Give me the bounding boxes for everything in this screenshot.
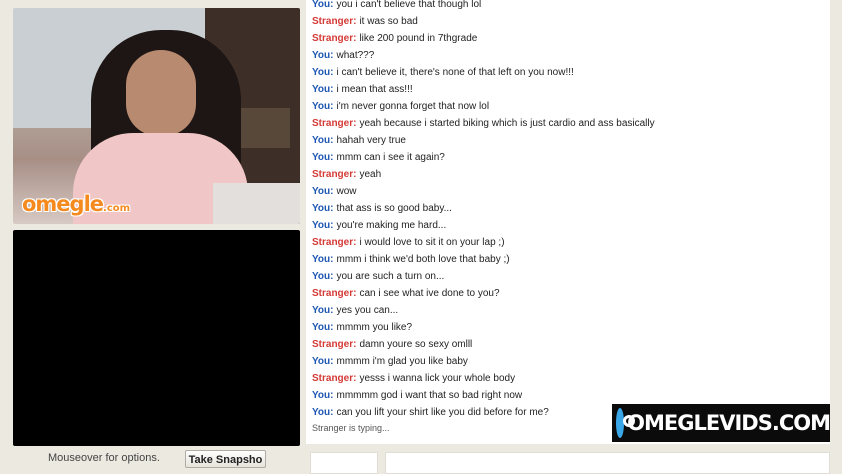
chat-message-author: Stranger: [312,16,357,27]
chat-message: You: you i can't believe that though lol [312,0,830,13]
chat-message-text: mmmmm god i want that so bad right now [336,390,523,401]
watermark-logo-icon [616,408,636,438]
chat-message: You: you're making me hard... [312,217,830,234]
chat-message-author: You: [312,305,334,316]
chat-message-text: you are such a turn on... [336,271,445,282]
chat-message-text: mmmm i'm glad you like baby [336,356,468,367]
chat-message-author: You: [312,271,334,282]
chat-message-text: i mean that ass!!! [336,84,413,95]
chat-message-text: can you lift your shirt like you did bef… [336,407,549,418]
chat-message-author: You: [312,135,334,146]
chat-message-author: You: [312,67,334,78]
chat-message-text: you i can't believe that though lol [336,0,482,10]
chat-message: You: mmmmm god i want that so bad right n… [312,387,830,404]
chat-message-text: yes you can... [336,305,399,316]
chat-message: You: i mean that ass!!! [312,81,830,98]
chat-message-author: You: [312,390,334,401]
chat-message-text: like 200 pound in 7thgrade [359,33,478,44]
chat-message-text: i would love to sit it on your lap ;) [359,237,505,248]
chat-message-author: You: [312,0,334,10]
chat-message-author: You: [312,407,334,418]
self-video [13,230,300,446]
chat-message: Stranger: yeah because i started biking w… [312,115,830,132]
mouseover-hint: Mouseover for options. [48,452,160,464]
chat-message-author: You: [312,220,334,231]
chat-message-text: it was so bad [359,16,418,27]
chat-message-text: yeah [359,169,382,180]
chat-message: Stranger: i would love to sit it on your … [312,234,830,251]
omegle-logo-text: omegle [22,192,104,216]
video-person-face [126,50,196,136]
chat-message: You: mmm i think we'd both love that baby… [312,251,830,268]
chat-message: You: mmmm i'm glad you like baby [312,353,830,370]
watermark: OMEGLEVIDS.COM [612,404,831,442]
chat-message: Stranger: can i see what ive done to you? [312,285,830,302]
chat-message: Stranger: it was so bad [312,13,830,30]
video-desk [213,183,300,224]
chat-message-text: hahah very true [336,135,406,146]
chat-message-author: Stranger: [312,373,357,384]
chat-message-text: damn youre so sexy omlll [359,339,473,350]
chat-message: You: i can't believe it, there's none of … [312,64,830,81]
chat-message: You: mmm can i see it again? [312,149,830,166]
chat-message-text: wow [336,186,357,197]
chat-message-author: You: [312,356,334,367]
omegle-logo-suffix: .com [103,203,131,214]
chat-message-text: yeah because i started biking which is j… [359,118,655,129]
chat-message: You: you are such a turn on... [312,268,830,285]
take-snapshot-button[interactable]: Take Snapsho [185,450,266,468]
chat-message: Stranger: damn youre so sexy omlll [312,336,830,353]
chat-message-text: you're making me hard... [336,220,447,231]
chat-message-author: Stranger: [312,339,357,350]
chat-message-author: You: [312,254,334,265]
chat-message-author: You: [312,84,334,95]
chat-message: Stranger: yesss i wanna lick your whole b… [312,370,830,387]
chat-message-author: You: [312,186,334,197]
chat-message: You: yes you can... [312,302,830,319]
chat-message-author: You: [312,152,334,163]
chat-message: You: mmmm you like? [312,319,830,336]
chat-message-author: You: [312,322,334,333]
chat-message-author: Stranger: [312,288,357,299]
stop-button[interactable] [310,452,378,474]
chat-message-text: i'm never gonna forget that now lol [336,101,490,112]
chat-message-text: can i see what ive done to you? [359,288,500,299]
chat-message: Stranger: yeah [312,166,830,183]
chat-message: You: what??? [312,47,830,64]
chat-message-author: You: [312,203,334,214]
chat-message: You: hahah very true [312,132,830,149]
chat-message-text: what??? [336,50,375,61]
chat-message-author: You: [312,50,334,61]
omegle-logo: omegle.com [22,192,130,216]
chat-message-author: Stranger: [312,169,357,180]
chat-log[interactable]: You: you i can't believe that though lol S… [306,0,830,444]
watermark-text: OMEGLEVIDS.COM [627,411,831,435]
message-input[interactable] [385,452,830,474]
chat-message-text: mmmm you like? [336,322,413,333]
chat-message-author: Stranger: [312,237,357,248]
chat-message-text: mmm i think we'd both love that baby ;) [336,254,510,265]
chat-message: You: wow [312,183,830,200]
chat-message: Stranger: like 200 pound in 7thgrade [312,30,830,47]
chat-messages: You: you i can't believe that though lol S… [312,0,830,436]
chat-message-text: yesss i wanna lick your whole body [359,373,516,384]
chat-message-text: mmm can i see it again? [336,152,445,163]
chat-message-author: Stranger: [312,33,357,44]
chat-message: You: i'm never gonna forget that now lol [312,98,830,115]
chat-message-author: Stranger: [312,118,357,129]
chat-message-author: You: [312,101,334,112]
chat-message-text: i can't believe it, there's none of that… [336,67,574,78]
chat-message-text: that ass is so good baby... [336,203,452,214]
chat-message: You: that ass is so good baby... [312,200,830,217]
